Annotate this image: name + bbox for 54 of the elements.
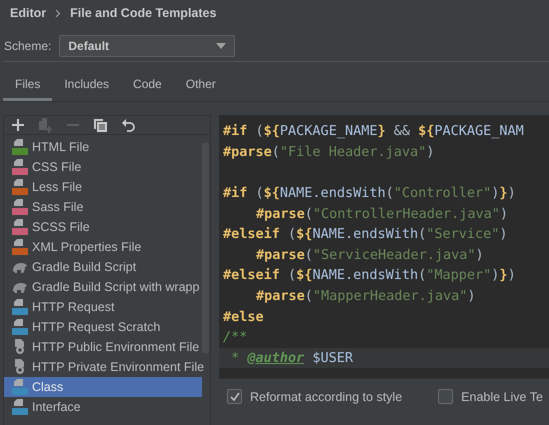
code-line: #elseif (${NAME.endsWith("Mapper")}) xyxy=(222,266,517,286)
template-item[interactable]: CSS File xyxy=(4,157,202,177)
file-type-icon xyxy=(12,179,28,195)
tab[interactable]: Code xyxy=(121,72,174,101)
tab[interactable]: Files xyxy=(3,72,52,101)
file-type-icon xyxy=(12,399,28,415)
file-type-icon xyxy=(12,379,28,395)
file-type-icon xyxy=(12,299,28,315)
template-item[interactable]: Class xyxy=(4,377,202,397)
elephant-icon xyxy=(12,261,28,273)
template-item[interactable]: Less File xyxy=(4,177,202,197)
file-type-icon xyxy=(12,159,28,175)
copy-icon[interactable] xyxy=(94,118,107,132)
code-line: #parse("File Header.java") xyxy=(222,142,436,162)
dropdown-arrow-icon xyxy=(216,43,226,49)
template-item[interactable]: HTTP Request xyxy=(4,297,202,317)
template-item[interactable]: Interface xyxy=(4,397,202,417)
scheme-dropdown[interactable]: Default xyxy=(59,35,236,57)
checkbox[interactable] xyxy=(438,389,454,404)
template-item[interactable]: Sass File xyxy=(4,197,202,217)
template-item[interactable]: HTTP Private Environment File xyxy=(4,357,202,377)
breadcrumb-item[interactable]: Editor xyxy=(10,6,46,20)
code-line: #elseif (${NAME.endsWith("Service") xyxy=(222,225,509,244)
code-line: #parse("ControllerHeader.java") xyxy=(255,204,509,224)
template-item[interactable]: XML Properties File xyxy=(4,237,202,257)
template-item[interactable]: HTTP Public Environment File xyxy=(4,337,202,357)
elephant-icon xyxy=(12,281,28,293)
code-line: #else xyxy=(222,308,265,327)
tab[interactable]: Other xyxy=(174,72,228,101)
code-line: #parse("ServiceHeader.java") xyxy=(255,246,485,265)
code-line: #if (${PACKAGE_NAME} && ${PACKAGE_NAM xyxy=(222,122,525,142)
file-type-icon xyxy=(12,139,28,155)
file-type-icon xyxy=(12,199,28,215)
checkbox[interactable] xyxy=(227,389,242,404)
code-line: #if (${NAME.endsWith("Controller")}) xyxy=(222,184,517,204)
file-type-icon xyxy=(12,239,28,255)
add-icon[interactable] xyxy=(12,119,24,131)
template-item[interactable]: Gradle Build Script xyxy=(4,257,202,277)
file-type-icon xyxy=(12,319,28,335)
code-line: #parse("MapperHeader.java") xyxy=(255,287,476,306)
template-item[interactable]: Gradle Build Script with wrapp xyxy=(4,277,202,297)
breadcrumb-item: File and Code Templates xyxy=(70,6,216,20)
template-item[interactable]: SCSS File xyxy=(4,217,202,237)
code-line: /** xyxy=(222,328,248,348)
undo-icon[interactable] xyxy=(122,118,135,132)
file-type-icon xyxy=(12,219,28,235)
template-item[interactable]: HTML File xyxy=(4,137,202,157)
checkbox-label: Reformat according to style xyxy=(250,390,402,404)
chevron-icon xyxy=(55,8,62,18)
scrollbar[interactable] xyxy=(202,143,209,353)
checkbox-label: Enable Live Te xyxy=(461,390,543,404)
tab[interactable]: Includes xyxy=(52,72,122,101)
template-item[interactable]: HTTP Request Scratch xyxy=(4,317,202,337)
scheme-label: Scheme: xyxy=(4,39,52,53)
